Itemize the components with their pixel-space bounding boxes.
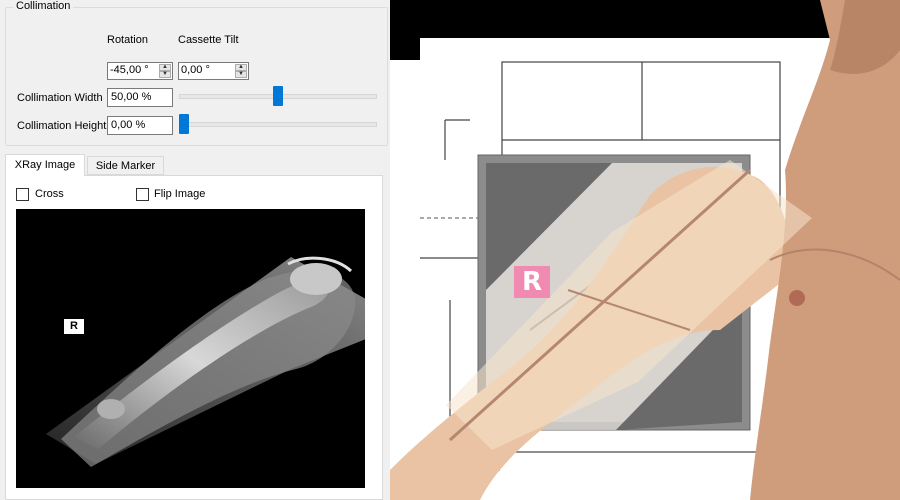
rotation-header: Rotation (107, 34, 148, 46)
3d-scene (390, 0, 900, 500)
rotation-down-arrow-icon[interactable]: ▼ (159, 71, 171, 78)
collimation-height-slider-thumb[interactable] (179, 114, 189, 134)
3d-viewport[interactable]: R (390, 0, 900, 500)
collimation-height-field[interactable]: 0,00 % (107, 116, 173, 135)
flip-image-checkbox[interactable] (136, 188, 149, 201)
collimation-height-label: Collimation Height (17, 120, 107, 132)
cassette-tilt-up-arrow-icon[interactable]: ▲ (235, 64, 247, 71)
collimation-height-value: 0,00 % (111, 119, 146, 131)
viewport-side-marker: R (514, 266, 550, 298)
collimation-width-label: Collimation Width (17, 92, 103, 104)
collimation-height-slider[interactable] (179, 114, 377, 134)
flip-image-label: Flip Image (154, 188, 206, 200)
control-panel: Collimation Rotation Cassette Tilt -45,0… (0, 0, 390, 500)
tab-side-marker[interactable]: Side Marker (87, 156, 164, 175)
collimation-group-title: Collimation (13, 0, 74, 12)
cross-checkbox[interactable] (16, 188, 29, 201)
collimation-width-value: 50,00 % (111, 91, 152, 103)
rotation-up-arrow-icon[interactable]: ▲ (159, 64, 171, 71)
cross-label: Cross (35, 188, 64, 200)
xray-image: R (16, 209, 365, 488)
rotation-value: -45,00 ° (110, 64, 149, 76)
collimation-width-slider-thumb[interactable] (273, 86, 283, 106)
xray-arm-image (46, 256, 365, 467)
rotation-spinbox[interactable]: -45,00 ° ▲ ▼ (107, 62, 173, 80)
collimation-width-slider[interactable] (179, 86, 377, 106)
cassette-tilt-down-arrow-icon[interactable]: ▼ (235, 71, 247, 78)
xray-side-marker: R (64, 319, 84, 334)
collimation-width-field[interactable]: 50,00 % (107, 88, 173, 107)
cassette-tilt-header: Cassette Tilt (178, 34, 239, 46)
tab-xray-image[interactable]: XRay Image (5, 154, 85, 176)
collimation-height-slider-track (179, 122, 377, 127)
cassette-tilt-value: 0,00 ° (181, 64, 210, 76)
cassette-tilt-spinbox[interactable]: 0,00 ° ▲ ▼ (178, 62, 249, 80)
